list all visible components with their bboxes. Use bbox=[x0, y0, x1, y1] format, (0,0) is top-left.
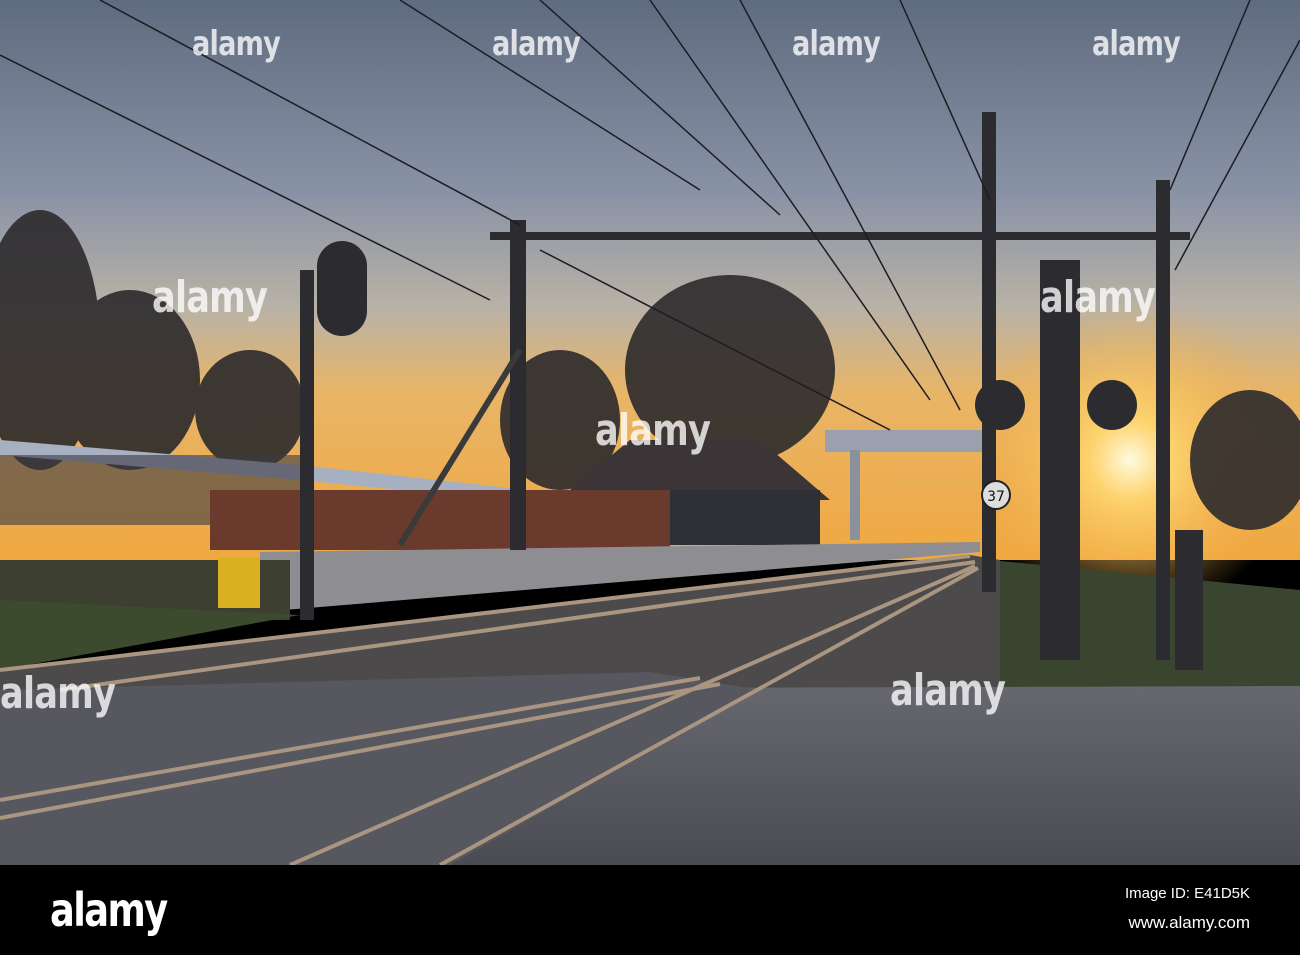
alamy-logo: alamy bbox=[50, 883, 168, 937]
watermark: alamy bbox=[492, 24, 581, 64]
watermark: alamy bbox=[152, 272, 268, 323]
speed-sign-number: 37 bbox=[987, 489, 1005, 505]
website: www.alamy.com bbox=[1128, 913, 1250, 932]
watermark: alamy bbox=[1040, 272, 1156, 323]
watermark: alamy bbox=[792, 24, 881, 64]
yellow-box bbox=[218, 558, 260, 608]
watermark: alamy bbox=[1092, 24, 1181, 64]
image-id: Image ID: E41D5K bbox=[1124, 885, 1250, 902]
watermark: alamy bbox=[0, 668, 116, 719]
watermark: alamy bbox=[595, 405, 711, 456]
stock-photo: 37 alamy alamy alamy alamy alamy alamy a… bbox=[0, 0, 1300, 955]
watermark: alamy bbox=[890, 665, 1006, 716]
footer-bar: alamy Image ID: E41D5K www.alamy.com bbox=[0, 865, 1300, 955]
footbridge bbox=[825, 430, 995, 452]
watermark: alamy bbox=[192, 24, 281, 64]
